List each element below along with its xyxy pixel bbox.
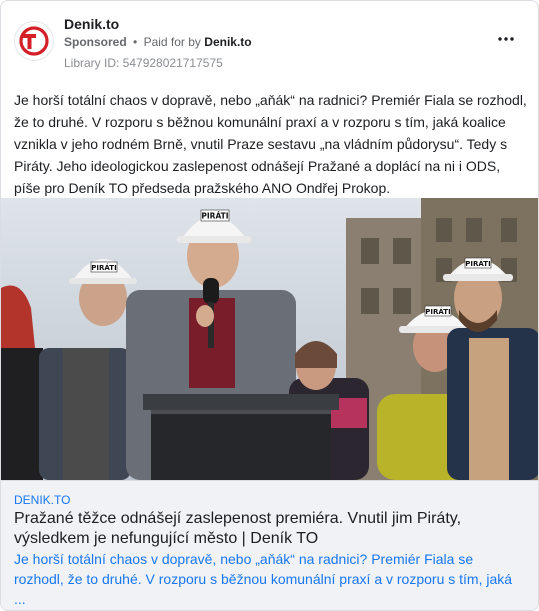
ad-body-text: Je horší totální chaos v dopravě, nebo „… [14,92,527,196]
page-name[interactable]: Denik.to [64,16,119,32]
sponsored-label: Sponsored [64,35,127,49]
ad-image[interactable]: PIRÁTI PIRÁTI PIRÁTI PIRÁTI [1,198,538,480]
more-horizontal-icon [498,37,514,41]
library-id: Library ID: 547928021717575 [64,56,223,70]
sponsored-line: Sponsored • Paid for by Denik.to [64,35,252,49]
ad-card: Denik.to Sponsored • Paid for by Denik.t… [0,0,539,611]
svg-text:PIRÁTI: PIRÁTI [425,307,450,316]
press-conference-photo: PIRÁTI PIRÁTI PIRÁTI PIRÁTI [1,198,538,480]
link-description[interactable]: Je horší totální chaos v dopravě, nebo „… [14,549,524,609]
link-preview[interactable]: DENIK.TO Pražané těžce odnášejí zaslepen… [1,480,538,610]
link-title[interactable]: Pražané těžce odnášejí zaslepenost premi… [14,509,524,549]
svg-text:PIRÁTI: PIRÁTI [91,263,116,272]
ad-header: Denik.to Sponsored • Paid for by Denik.t… [1,1,538,85]
svg-text:PIRÁTI: PIRÁTI [201,212,228,221]
svg-text:PIRÁTI: PIRÁTI [465,259,490,268]
denik-to-logo [19,26,49,56]
paid-for-by-prefix: Paid for by [143,35,201,49]
link-domain[interactable]: DENIK.TO [14,493,70,507]
separator-dot: • [133,35,138,49]
page-avatar[interactable] [14,21,54,61]
more-options-button[interactable] [494,29,518,49]
paid-for-by-name[interactable]: Denik.to [204,35,251,49]
